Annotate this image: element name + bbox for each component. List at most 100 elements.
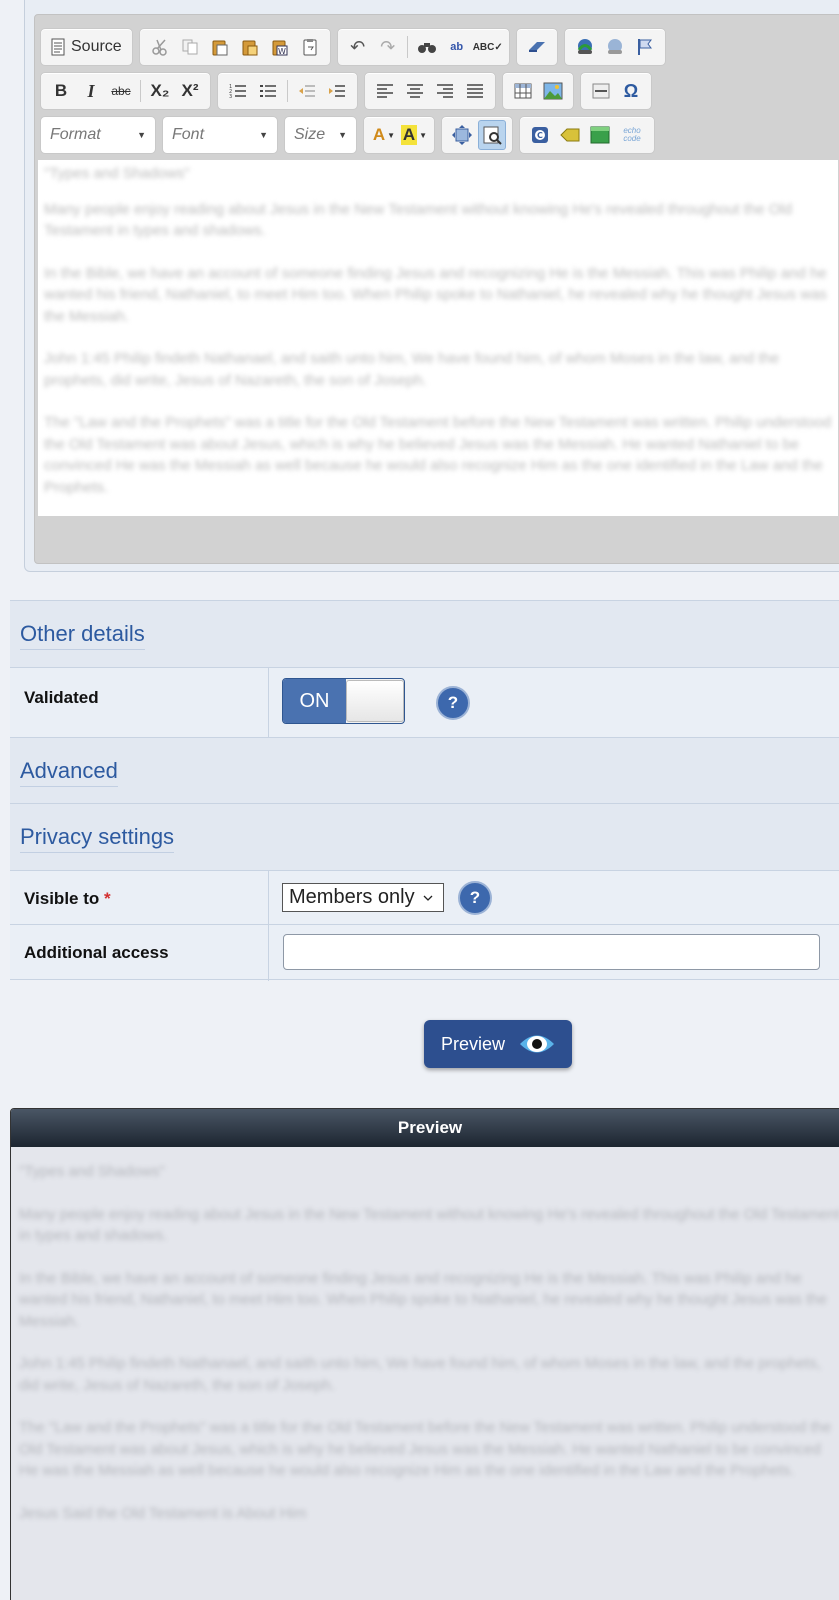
- cut-icon[interactable]: [146, 32, 174, 62]
- show-blocks-icon[interactable]: [478, 120, 506, 150]
- source-button[interactable]: Source: [47, 32, 126, 62]
- editor-paragraph: The "Law and the Prophets" was a title f…: [44, 414, 832, 496]
- remove-format-group: [515, 28, 558, 66]
- additional-access-label: Additional access: [24, 943, 169, 962]
- help-icon[interactable]: ?: [436, 686, 470, 720]
- background-color-icon[interactable]: A ▼: [400, 120, 428, 150]
- image-icon[interactable]: [539, 76, 567, 106]
- ticket-icon[interactable]: [556, 120, 584, 150]
- source-label: Source: [71, 38, 122, 55]
- visible-to-text: Visible to: [24, 889, 100, 908]
- basic-styles-group: B I abc X₂ X²: [40, 72, 211, 110]
- document-icon: [51, 38, 65, 56]
- undo-icon[interactable]: ↶: [344, 32, 372, 62]
- clipboard-group: W: [138, 28, 331, 66]
- eye-icon: [520, 1035, 555, 1053]
- preview-paragraph: In the Bible, we have an account of some…: [19, 1269, 827, 1330]
- chevron-down-icon: [423, 895, 433, 901]
- paste-word-icon[interactable]: W: [266, 32, 294, 62]
- spellcheck-icon[interactable]: ABC✓: [473, 32, 503, 62]
- preview-paragraph: The "Law and the Prophets" was a title f…: [19, 1419, 832, 1479]
- editor-paragraph: In the Bible, we have an account of some…: [44, 264, 827, 325]
- special-group: Ω: [580, 72, 652, 110]
- horizontal-rule-icon[interactable]: [587, 76, 615, 106]
- superscript-button[interactable]: X²: [176, 76, 204, 106]
- link-icon[interactable]: [571, 32, 599, 62]
- plugins-group: C echo code: [519, 116, 655, 154]
- echo-code-icon[interactable]: echo code: [616, 120, 648, 150]
- editor-paragraph: John 1:45 Philip findeth Nathanael, and …: [44, 350, 780, 389]
- text-color-icon[interactable]: A ▼: [370, 120, 398, 150]
- paste-text-icon[interactable]: [236, 32, 264, 62]
- redo-icon[interactable]: ↷: [374, 32, 402, 62]
- size-dropdown[interactable]: Size ▼: [284, 116, 357, 154]
- preview-paragraph: Many people enjoy reading about Jesus in…: [19, 1205, 839, 1245]
- anchor-flag-icon[interactable]: [631, 32, 659, 62]
- toolbar-row-2: B I abc X₂ X² 123 Ω: [40, 72, 652, 110]
- align-center-icon[interactable]: [401, 76, 429, 106]
- copy-icon[interactable]: [176, 32, 204, 62]
- privacy-section: Privacy settings: [10, 803, 839, 871]
- separator: [140, 80, 141, 102]
- preview-panel-body: "Types and Shadows" Many people enjoy re…: [11, 1147, 839, 1559]
- find-icon[interactable]: [413, 32, 441, 62]
- font-label: Font: [172, 126, 205, 143]
- svg-text:3: 3: [229, 94, 232, 100]
- section-title-privacy[interactable]: Privacy settings: [20, 824, 175, 853]
- bold-button[interactable]: B: [47, 76, 75, 106]
- unlink-icon[interactable]: [601, 32, 629, 62]
- validated-row: Validated: [10, 667, 839, 739]
- eraser-icon[interactable]: [523, 32, 551, 62]
- format-dropdown[interactable]: Format ▼: [40, 116, 156, 154]
- validated-toggle[interactable]: ON: [282, 678, 405, 724]
- history-group: ↶ ↷ ab ABC✓: [336, 28, 510, 66]
- replace-icon[interactable]: ab: [443, 32, 471, 62]
- preview-button[interactable]: Preview: [424, 1020, 572, 1068]
- special-char-icon[interactable]: Ω: [617, 76, 645, 106]
- preview-panel-title: Preview: [11, 1109, 839, 1147]
- help-icon[interactable]: ?: [458, 881, 492, 915]
- list-group: 123: [217, 72, 358, 110]
- preview-button-label: Preview: [440, 1033, 506, 1054]
- outdent-icon[interactable]: [293, 76, 321, 106]
- toolbar-row-3: Format ▼ Font ▼ Size ▼ A ▼ A ▼ C echo code: [40, 116, 655, 154]
- maximize-icon[interactable]: [448, 120, 476, 150]
- align-right-icon[interactable]: [431, 76, 459, 106]
- visible-to-select[interactable]: Members only: [282, 883, 444, 912]
- chevron-down-icon: ▼: [338, 130, 347, 140]
- table-icon[interactable]: [509, 76, 537, 106]
- editor-content-area[interactable]: "Types and Shadows" Many people enjoy re…: [38, 160, 838, 516]
- section-title-advanced[interactable]: Advanced: [20, 758, 118, 787]
- links-group: [563, 28, 666, 66]
- preview-panel: Preview "Types and Shadows" Many people …: [10, 1108, 839, 1600]
- strikethrough-button[interactable]: abc: [107, 76, 135, 106]
- paste-from-clipboard-icon[interactable]: [296, 32, 324, 62]
- align-left-icon[interactable]: [371, 76, 399, 106]
- other-details-section: Other details: [10, 600, 839, 668]
- copyright-icon[interactable]: C: [526, 120, 554, 150]
- separator: [406, 36, 408, 58]
- insert-group: [502, 72, 574, 110]
- tools-group: [441, 116, 513, 154]
- box-icon[interactable]: [586, 120, 614, 150]
- justify-icon[interactable]: [461, 76, 489, 106]
- column-divider: [268, 871, 269, 926]
- font-dropdown[interactable]: Font ▼: [162, 116, 278, 154]
- bulleted-list-icon[interactable]: [254, 76, 282, 106]
- size-label: Size: [294, 126, 326, 143]
- toggle-knob: [346, 680, 404, 722]
- additional-access-input[interactable]: [283, 934, 820, 970]
- format-label: Format: [50, 126, 101, 143]
- numbered-list-icon[interactable]: 123: [224, 76, 252, 106]
- validated-label: Validated: [24, 688, 99, 707]
- italic-button[interactable]: I: [77, 76, 105, 106]
- preview-paragraph: John 1:45 Philip findeth Nathanael, and …: [19, 1355, 821, 1394]
- indent-icon[interactable]: [323, 76, 351, 106]
- subscript-button[interactable]: X₂: [146, 76, 174, 106]
- chevron-down-icon: ▼: [259, 130, 268, 140]
- column-divider: [268, 925, 269, 981]
- editor-text: "Types and Shadows" Many people enjoy re…: [38, 160, 838, 516]
- toggle-on-label: ON: [283, 679, 346, 723]
- paste-icon[interactable]: [206, 32, 234, 62]
- section-title-other-details[interactable]: Other details: [20, 621, 145, 650]
